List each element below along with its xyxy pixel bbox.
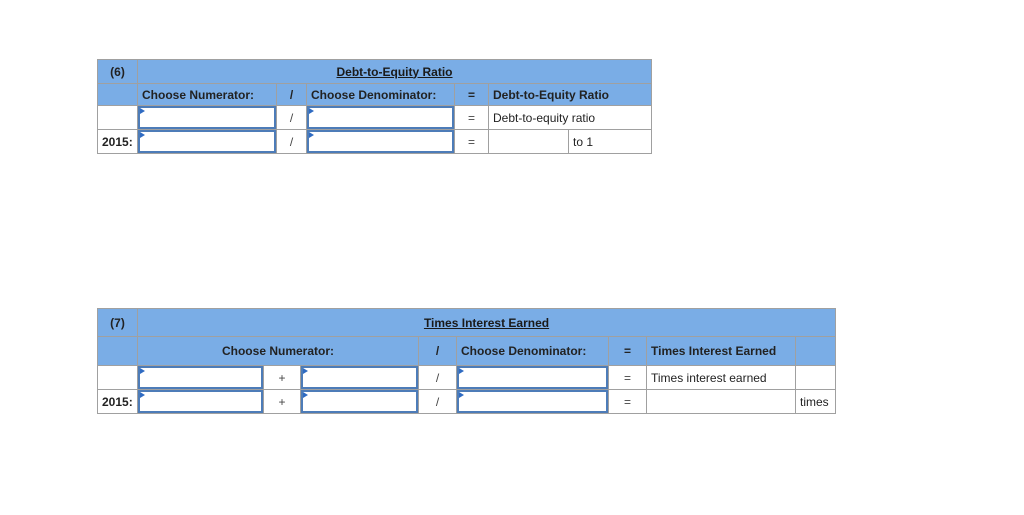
row-label: 2015:	[97, 129, 138, 154]
numerator-select[interactable]	[137, 105, 277, 130]
equals-sign: =	[454, 129, 489, 154]
denominator-input[interactable]	[307, 130, 454, 153]
divide-sign: /	[276, 129, 307, 154]
row-label: 2015:	[97, 389, 138, 414]
header-numerator: Choose Numerator:	[137, 83, 277, 106]
table-row: 2015: + / = times	[97, 389, 837, 414]
result-input-cell[interactable]	[646, 389, 796, 414]
header-equals: =	[608, 336, 647, 366]
section-title-text: Times Interest Earned	[423, 315, 550, 330]
dropdown-marker-icon	[459, 368, 464, 374]
numerator-input[interactable]	[138, 130, 276, 153]
numerator-input-1[interactable]	[138, 390, 263, 413]
result-suffix: times	[794, 389, 837, 414]
times-interest-earned-table: (7) Times Interest Earned Choose Numerat…	[97, 308, 837, 414]
dropdown-marker-icon	[303, 392, 308, 398]
result-label: Times interest earned	[646, 365, 796, 390]
section-title: Debt-to-Equity Ratio	[136, 59, 653, 84]
header-result: Times Interest Earned	[646, 336, 796, 366]
header-equals: =	[454, 83, 489, 106]
denominator-select[interactable]	[306, 105, 455, 130]
dropdown-marker-icon	[459, 392, 464, 398]
section-number: (7)	[97, 308, 138, 337]
header-blank	[97, 336, 138, 366]
header-blank-end	[794, 336, 837, 366]
dropdown-marker-icon	[309, 132, 314, 138]
dropdown-marker-icon	[140, 368, 145, 374]
result-input-cell[interactable]	[488, 129, 569, 154]
equals-sign: =	[608, 389, 647, 414]
header-divide: /	[418, 336, 457, 366]
divide-sign: /	[418, 365, 457, 390]
numerator-input[interactable]	[138, 106, 276, 129]
section-title-text: Debt-to-Equity Ratio	[336, 64, 453, 79]
table-row: / = Debt-to-equity ratio	[97, 105, 653, 130]
denominator-select[interactable]	[456, 389, 609, 414]
result-suffix: to 1	[567, 129, 653, 154]
header-blank	[97, 83, 138, 106]
row-label	[97, 105, 138, 130]
denominator-input[interactable]	[457, 366, 608, 389]
header-denominator: Choose Denominator:	[306, 83, 455, 106]
numerator-select-1[interactable]	[137, 389, 264, 414]
denominator-select[interactable]	[456, 365, 609, 390]
equals-sign: =	[608, 365, 647, 390]
denominator-input[interactable]	[457, 390, 608, 413]
result-suffix	[794, 365, 837, 390]
divide-sign: /	[276, 105, 307, 130]
divide-sign: /	[418, 389, 457, 414]
dropdown-marker-icon	[309, 108, 314, 114]
numerator-select[interactable]	[137, 129, 277, 154]
plus-sign: +	[263, 365, 301, 390]
section-title: Times Interest Earned	[136, 308, 837, 337]
equals-sign: =	[454, 105, 489, 130]
table-row: 2015: / = to 1	[97, 129, 653, 154]
row-label	[97, 365, 138, 390]
numerator-select-1[interactable]	[137, 365, 264, 390]
numerator-input-1[interactable]	[138, 366, 263, 389]
result-label: Debt-to-equity ratio	[487, 105, 653, 130]
header-divide: /	[276, 83, 307, 106]
header-denominator: Choose Denominator:	[456, 336, 609, 366]
header-result: Debt-to-Equity Ratio	[487, 83, 653, 106]
dropdown-marker-icon	[140, 132, 145, 138]
section-number: (6)	[97, 59, 138, 84]
numerator-input-2[interactable]	[301, 390, 418, 413]
denominator-input[interactable]	[307, 106, 454, 129]
dropdown-marker-icon	[140, 392, 145, 398]
numerator-select-2[interactable]	[300, 389, 419, 414]
numerator-input-2[interactable]	[301, 366, 418, 389]
plus-sign: +	[263, 389, 301, 414]
debt-to-equity-table: (6) Debt-to-Equity Ratio Choose Numerato…	[97, 59, 653, 154]
dropdown-marker-icon	[140, 108, 145, 114]
table-row: + / = Times interest earned	[97, 365, 837, 390]
dropdown-marker-icon	[303, 368, 308, 374]
numerator-select-2[interactable]	[300, 365, 419, 390]
header-numerator: Choose Numerator:	[137, 336, 419, 366]
denominator-select[interactable]	[306, 129, 455, 154]
